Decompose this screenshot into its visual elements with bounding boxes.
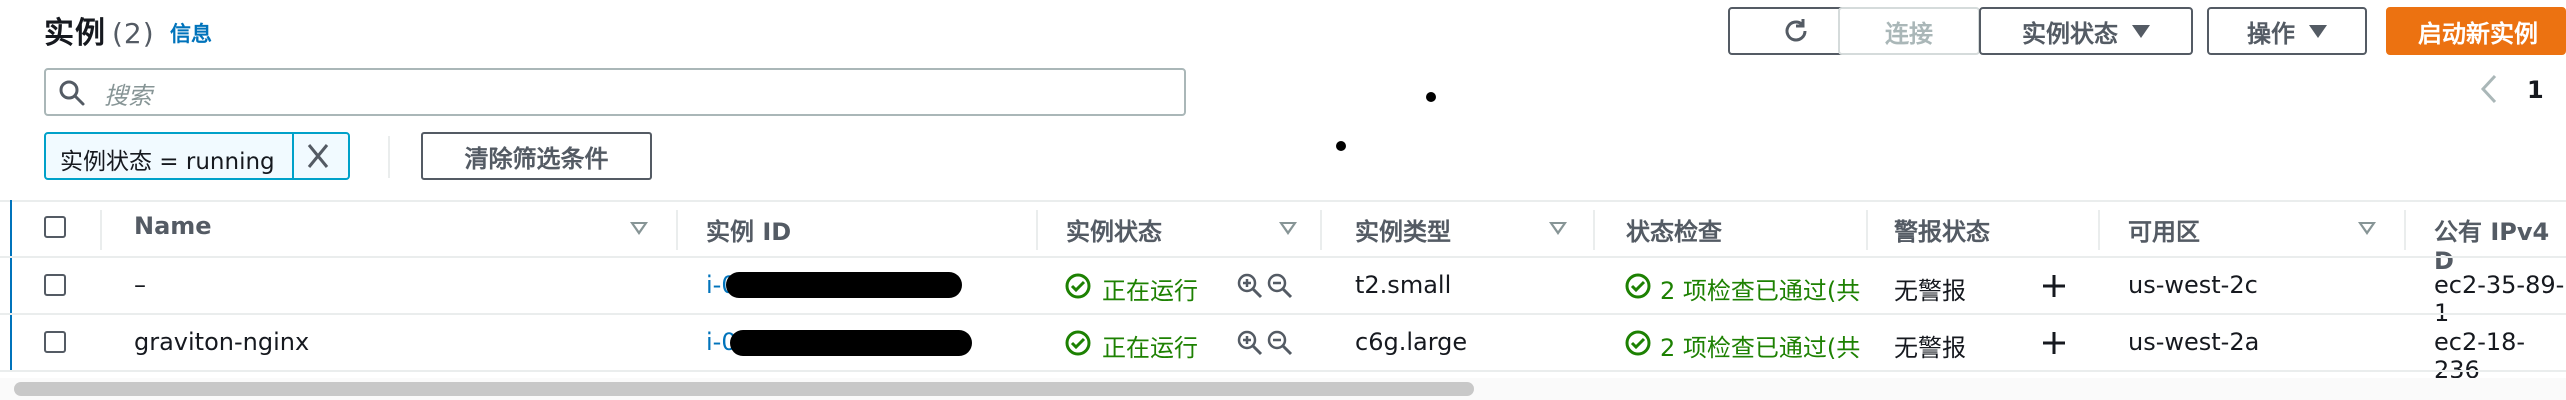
- public-ipv4-text: ec2-18-236: [2434, 328, 2526, 384]
- page-title: 实例 (2): [44, 8, 155, 52]
- alarm-status-text: 无警报: [1894, 334, 1966, 362]
- status-ok-icon: [1065, 273, 1091, 299]
- caret-down-icon: [2132, 24, 2150, 38]
- clear-filters-label: 清除筛选条件: [464, 144, 609, 173]
- sort-icon[interactable]: [630, 222, 648, 235]
- zoom-out-icon[interactable]: [1266, 272, 1294, 300]
- table-left-rule: [10, 200, 12, 370]
- instance-state-label: 实例状态: [2022, 19, 2118, 48]
- column-divider: [1036, 210, 1038, 250]
- sort-icon[interactable]: [1549, 222, 1567, 235]
- caret-down-icon: [2309, 24, 2327, 38]
- horizontal-scrollbar[interactable]: [14, 382, 1474, 396]
- status-ok-icon: [1065, 330, 1091, 356]
- availability-zone-text: us-west-2a: [2128, 328, 2260, 356]
- stray-dot: [1426, 92, 1436, 102]
- column-divider: [100, 210, 102, 250]
- column-header-instance-state[interactable]: 实例状态: [1066, 212, 1162, 247]
- connect-button[interactable]: 连接: [1838, 7, 1980, 55]
- availability-zone-text: us-west-2c: [2128, 271, 2258, 299]
- search-placeholder: 搜索: [104, 82, 152, 110]
- zoom-in-icon[interactable]: [1236, 272, 1264, 300]
- add-alarm-icon[interactable]: [2040, 329, 2068, 357]
- instance-type-text: c6g.large: [1355, 328, 1468, 356]
- column-divider: [2098, 210, 2100, 250]
- instance-name: –: [134, 271, 146, 299]
- refresh-icon: [1785, 19, 1807, 42]
- status-check-text[interactable]: 2 项检查已通过(共: [1660, 328, 1860, 363]
- header-row-border: [0, 256, 2566, 258]
- instance-name: graviton-nginx: [134, 328, 310, 356]
- actions-label: 操作: [2247, 19, 2295, 48]
- add-alarm-icon[interactable]: [2040, 272, 2068, 300]
- launch-instance-button[interactable]: 启动新实例: [2386, 7, 2566, 55]
- sort-icon[interactable]: [2358, 222, 2376, 235]
- sort-icon[interactable]: [1279, 222, 1297, 235]
- filter-token-label: 实例状态 = running: [60, 149, 275, 175]
- current-page-number[interactable]: 1: [2527, 76, 2544, 104]
- column-header-availability-zone[interactable]: 可用区: [2128, 212, 2200, 247]
- clear-filters-button[interactable]: 清除筛选条件: [421, 132, 652, 180]
- redaction-mark: [726, 272, 962, 298]
- column-header-public-ipv4[interactable]: 公有 IPv4 D: [2434, 212, 2566, 275]
- column-header-instance-id[interactable]: 实例 ID: [706, 212, 791, 247]
- column-divider: [1866, 210, 1868, 250]
- redaction-mark: [730, 330, 972, 356]
- alarm-status-text: 无警报: [1894, 277, 1966, 305]
- public-ipv4-text: ec2-35-89-1: [2434, 271, 2565, 327]
- column-divider: [2404, 210, 2406, 250]
- instance-count: (2): [112, 17, 155, 50]
- instance-state-text: 正在运行: [1102, 277, 1198, 305]
- instance-type-text: t2.small: [1355, 271, 1452, 299]
- search-input[interactable]: [44, 68, 1186, 116]
- column-header-alarm-status[interactable]: 警报状态: [1894, 212, 1990, 247]
- column-divider: [1593, 210, 1595, 250]
- row-checkbox[interactable]: [44, 331, 66, 353]
- stray-dot: [1336, 141, 1346, 151]
- instance-state-button[interactable]: 实例状态: [1979, 7, 2193, 55]
- filter-divider: [388, 136, 390, 178]
- select-all-checkbox[interactable]: [44, 216, 66, 238]
- zoom-in-icon[interactable]: [1236, 329, 1264, 357]
- launch-instance-label: 启动新实例: [2418, 19, 2538, 48]
- column-divider: [676, 210, 678, 250]
- column-header-instance-type[interactable]: 实例类型: [1355, 212, 1451, 247]
- status-check-text[interactable]: 2 项检查已通过(共: [1660, 271, 1860, 306]
- filter-token-divider: [292, 134, 294, 178]
- close-icon[interactable]: [300, 140, 336, 172]
- info-link[interactable]: 信息: [170, 18, 212, 48]
- row-border: [0, 313, 2566, 315]
- actions-button[interactable]: 操作: [2207, 7, 2367, 55]
- chevron-left-icon[interactable]: [2478, 72, 2500, 106]
- status-ok-icon: [1625, 273, 1651, 299]
- instance-state-text: 正在运行: [1102, 334, 1198, 362]
- page-title-text: 实例: [44, 16, 106, 51]
- row-checkbox[interactable]: [44, 274, 66, 296]
- zoom-out-icon[interactable]: [1266, 329, 1294, 357]
- search-icon: [59, 80, 85, 106]
- table-top-border: [0, 200, 2566, 202]
- column-header-name[interactable]: Name: [134, 212, 212, 240]
- connect-label: 连接: [1885, 19, 1933, 48]
- row-border: [0, 370, 2566, 372]
- column-divider: [1320, 210, 1322, 250]
- column-header-status-check[interactable]: 状态检查: [1626, 212, 1722, 247]
- status-ok-icon: [1625, 330, 1651, 356]
